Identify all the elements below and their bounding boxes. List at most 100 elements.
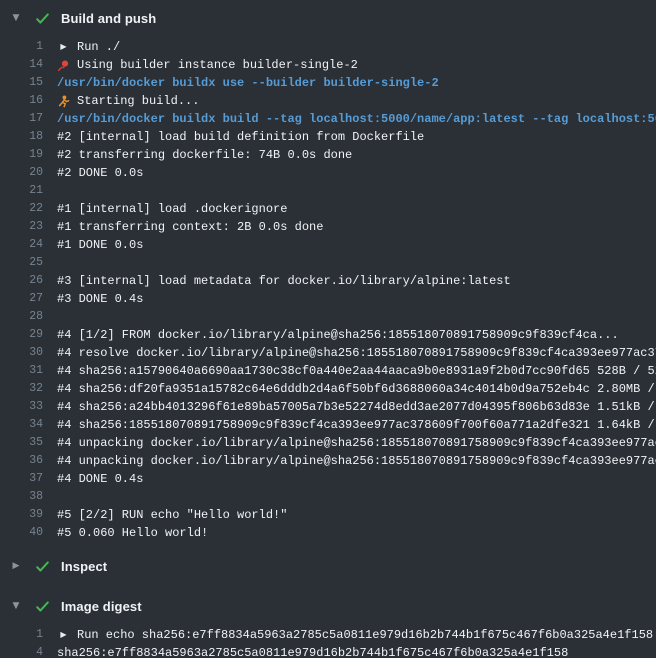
line-number[interactable]: 40 bbox=[0, 524, 43, 542]
log-line: 33 #4 sha256:a24bb4013296f61e89ba57005a7b… bbox=[0, 398, 656, 416]
line-content: Starting build... bbox=[57, 92, 656, 110]
log-line: 31 #4 sha256:a15790640a6690aa1730c38cf0a4… bbox=[0, 362, 656, 380]
run-toggle-arrow-icon[interactable]: ▶ bbox=[57, 41, 70, 54]
line-number[interactable]: 21 bbox=[0, 182, 43, 200]
section-title: Build and push bbox=[61, 11, 156, 26]
line-number[interactable]: 24 bbox=[0, 236, 43, 254]
line-content: #4 unpacking docker.io/library/alpine@sh… bbox=[57, 452, 656, 470]
line-number[interactable]: 37 bbox=[0, 470, 43, 488]
section-header-image-digest[interactable]: ▼ Image digest bbox=[0, 592, 656, 620]
section-log-lines: 1 ▶ Run ./ 14 Using builder instance builder… bbox=[0, 32, 656, 552]
line-number[interactable]: 1 bbox=[0, 626, 43, 644]
chevron-down-icon[interactable]: ▼ bbox=[10, 602, 22, 611]
line-number[interactable]: 19 bbox=[0, 146, 43, 164]
line-number[interactable]: 20 bbox=[0, 164, 43, 182]
line-text: #4 unpacking docker.io/library/alpine@sh… bbox=[57, 434, 656, 452]
section-log-lines: 1 ▶ Run echo sha256:e7ff8834a5963a2785c5a0… bbox=[0, 620, 656, 658]
log-line: 39 #5 [2/2] RUN echo "Hello world!" bbox=[0, 506, 656, 524]
line-content: #4 sha256:df20fa9351a15782c64e6dddb2d4a6… bbox=[57, 380, 656, 398]
line-number[interactable]: 14 bbox=[0, 56, 43, 74]
line-number[interactable]: 22 bbox=[0, 200, 43, 218]
line-content bbox=[57, 488, 656, 506]
section-header-build-and-push[interactable]: ▼ Build and push bbox=[0, 4, 656, 32]
line-number[interactable]: 1 bbox=[0, 38, 43, 56]
line-text: #1 transferring context: 2B 0.0s done bbox=[57, 218, 323, 236]
line-text: #3 DONE 0.4s bbox=[57, 290, 143, 308]
line-number[interactable]: 36 bbox=[0, 452, 43, 470]
line-text: #2 [internal] load build definition from… bbox=[57, 128, 424, 146]
chevron-down-icon[interactable]: ▼ bbox=[10, 14, 22, 23]
line-text: #2 transferring dockerfile: 74B 0.0s don… bbox=[57, 146, 352, 164]
run-toggle-arrow-icon[interactable]: ▶ bbox=[57, 629, 70, 642]
line-number[interactable]: 35 bbox=[0, 434, 43, 452]
log-line: 40#5 0.060 Hello world! bbox=[0, 524, 656, 542]
line-content: #3 [internal] load metadata for docker.i… bbox=[57, 272, 656, 290]
log-line: 27 #3 DONE 0.4s bbox=[0, 290, 656, 308]
log-line: 23 #1 transferring context: 2B 0.0s done bbox=[0, 218, 656, 236]
line-number[interactable]: 33 bbox=[0, 398, 43, 416]
log-line: 4sha256:e7ff8834a5963a2785c5a0811e979d16… bbox=[0, 644, 656, 658]
line-number[interactable]: 26 bbox=[0, 272, 43, 290]
line-content: #1 transferring context: 2B 0.0s done bbox=[57, 218, 656, 236]
line-number[interactable]: 23 bbox=[0, 218, 43, 236]
log-line: 19 #2 transferring dockerfile: 74B 0.0s d… bbox=[0, 146, 656, 164]
line-content: /usr/bin/docker buildx use --builder bui… bbox=[57, 74, 656, 92]
line-content: ▶ Run echo sha256:e7ff8834a5963a2785c5a08… bbox=[57, 626, 656, 644]
line-number[interactable]: 30 bbox=[0, 344, 43, 362]
log-line: 26 #3 [internal] load metadata for docker… bbox=[0, 272, 656, 290]
line-number[interactable]: 39 bbox=[0, 506, 43, 524]
line-number[interactable]: 29 bbox=[0, 326, 43, 344]
chevron-right-icon[interactable]: ▶ bbox=[10, 562, 22, 571]
line-content: Using builder instance builder-single-2 bbox=[57, 56, 656, 74]
line-content: #1 [internal] load .dockerignore bbox=[57, 200, 656, 218]
line-text: Run ./ bbox=[77, 38, 120, 56]
line-number[interactable]: 18 bbox=[0, 128, 43, 146]
line-text: #4 sha256:df20fa9351a15782c64e6dddb2d4a6… bbox=[57, 380, 656, 398]
section-title: Inspect bbox=[61, 559, 107, 574]
line-number[interactable]: 28 bbox=[0, 308, 43, 326]
line-number[interactable]: 31 bbox=[0, 362, 43, 380]
line-number[interactable]: 17 bbox=[0, 110, 43, 128]
log-line: 17/usr/bin/docker buildx build --tag loc… bbox=[0, 110, 656, 128]
line-text: #4 sha256:185518070891758909c9f839cf4ca3… bbox=[57, 416, 656, 434]
log-line: 1 ▶ Run echo sha256:e7ff8834a5963a2785c5a0… bbox=[0, 626, 656, 644]
section-title: Image digest bbox=[61, 599, 142, 614]
line-number[interactable]: 16 bbox=[0, 92, 43, 110]
line-content: #3 DONE 0.4s bbox=[57, 290, 656, 308]
success-check-icon bbox=[35, 559, 50, 574]
log-line: 36 #4 unpacking docker.io/library/alpine@… bbox=[0, 452, 656, 470]
line-content: /usr/bin/docker buildx build --tag local… bbox=[57, 110, 656, 128]
pushpin-icon bbox=[57, 59, 70, 72]
log-section-image-digest: ▼ Image digest 1 ▶ Run echo sha256:e7ff8834a… bbox=[0, 592, 656, 658]
line-content: #4 unpacking docker.io/library/alpine@sh… bbox=[57, 434, 656, 452]
line-text: /usr/bin/docker buildx use --builder bui… bbox=[57, 74, 439, 92]
log-line: 37 #4 DONE 0.4s bbox=[0, 470, 656, 488]
log-line: 24#1 DONE 0.0s bbox=[0, 236, 656, 254]
line-text: Starting build... bbox=[77, 92, 199, 110]
log-line: 16 Starting build... bbox=[0, 92, 656, 110]
line-content bbox=[57, 254, 656, 272]
line-number[interactable]: 32 bbox=[0, 380, 43, 398]
line-number[interactable]: 25 bbox=[0, 254, 43, 272]
line-text: #4 sha256:a15790640a6690aa1730c38cf0a440… bbox=[57, 362, 656, 380]
line-text: /usr/bin/docker buildx build --tag local… bbox=[57, 110, 656, 128]
success-check-icon bbox=[35, 599, 50, 614]
line-number[interactable]: 15 bbox=[0, 74, 43, 92]
line-text: #4 DONE 0.4s bbox=[57, 470, 143, 488]
line-content: #4 DONE 0.4s bbox=[57, 470, 656, 488]
line-content: #5 [2/2] RUN echo "Hello world!" bbox=[57, 506, 656, 524]
line-text: #2 DONE 0.0s bbox=[57, 164, 143, 182]
log-line: 21 bbox=[0, 182, 656, 200]
line-content: #2 [internal] load build definition from… bbox=[57, 128, 656, 146]
line-text: Using builder instance builder-single-2 bbox=[77, 56, 358, 74]
line-number[interactable]: 27 bbox=[0, 290, 43, 308]
line-number[interactable]: 4 bbox=[0, 644, 43, 658]
line-number[interactable]: 34 bbox=[0, 416, 43, 434]
line-number[interactable]: 38 bbox=[0, 488, 43, 506]
section-header-inspect[interactable]: ▶ Inspect bbox=[0, 552, 656, 580]
line-text: #5 [2/2] RUN echo "Hello world!" bbox=[57, 506, 287, 524]
log-line: 29#4 [1/2] FROM docker.io/library/alpine… bbox=[0, 326, 656, 344]
line-content: #4 sha256:a24bb4013296f61e89ba57005a7b3e… bbox=[57, 398, 656, 416]
line-text: Run echo sha256:e7ff8834a5963a2785c5a081… bbox=[77, 626, 653, 644]
line-content: #4 sha256:a15790640a6690aa1730c38cf0a440… bbox=[57, 362, 656, 380]
